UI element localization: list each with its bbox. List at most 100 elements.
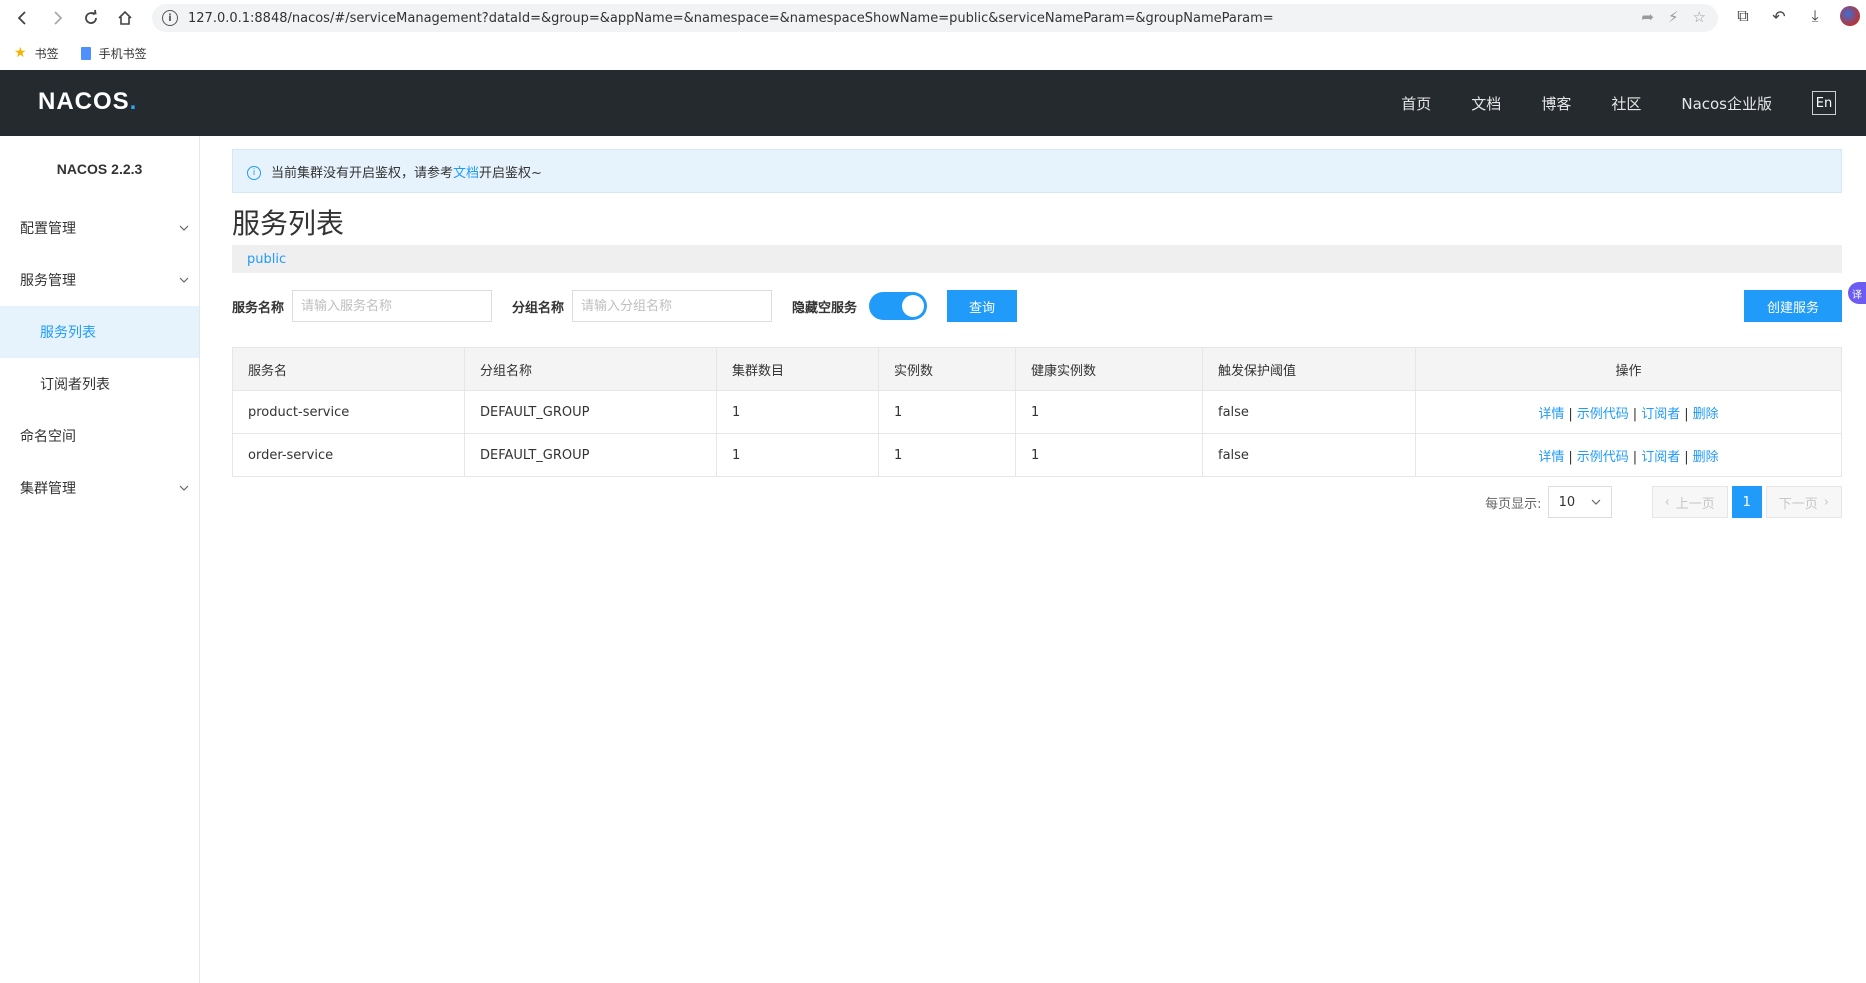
nav-enterprise[interactable]: Nacos企业版 (1661, 93, 1792, 114)
prev-page-label: 上一页 (1675, 496, 1715, 512)
page-size-select[interactable]: 10 (1547, 486, 1612, 518)
notice-text: 当前集群没有开启鉴权，请参考 (271, 165, 454, 181)
sample-code-link[interactable]: 示例代码 (1577, 407, 1629, 422)
lightning-icon[interactable]: ⚡ (1668, 8, 1679, 26)
cell-healthy-count: 1 (1015, 433, 1203, 477)
page-size-value: 10 (1558, 494, 1576, 510)
sidebar-item-label: 服务管理 (20, 273, 76, 289)
cell-operations: 详情 | 示例代码 | 订阅者 | 删除 (1415, 433, 1842, 477)
download-icon[interactable]: ⤓ (1804, 3, 1826, 29)
sample-code-link[interactable]: 示例代码 (1577, 450, 1629, 465)
namespace-public[interactable]: public (247, 252, 286, 267)
chevron-down-icon (179, 277, 189, 283)
hide-empty-toggle[interactable] (869, 292, 928, 320)
hide-empty-label: 隐藏空服务 (792, 300, 858, 316)
cell-operations: 详情 | 示例代码 | 订阅者 | 删除 (1415, 390, 1842, 434)
cell-threshold: false (1202, 433, 1416, 477)
page-title: 服务列表 (232, 207, 345, 240)
col-group-name: 分组名称 (464, 347, 717, 391)
browser-toolbar: i 127.0.0.1:8848/nacos/#/serviceManageme… (0, 0, 1866, 36)
col-service-name: 服务名 (232, 347, 465, 391)
detail-link[interactable]: 详情 (1538, 407, 1564, 422)
col-instance-count: 实例数 (878, 347, 1016, 391)
detail-link[interactable]: 详情 (1538, 450, 1564, 465)
cell-group-name: DEFAULT_GROUP (464, 433, 717, 477)
sidebar-item-cluster[interactable]: 集群管理 (0, 462, 199, 514)
sidebar-item-service-list[interactable]: 服务列表 (0, 306, 199, 358)
delete-link[interactable]: 删除 (1693, 450, 1719, 465)
service-name-input[interactable] (292, 290, 493, 322)
cell-cluster-count: 1 (716, 433, 879, 477)
nacos-logo[interactable]: NACOS. (38, 88, 137, 116)
sidebar-item-label: 订阅者列表 (40, 377, 110, 393)
extensions-icon[interactable]: ⧉ (1732, 3, 1754, 29)
url-text: 127.0.0.1:8848/nacos/#/serviceManagement… (188, 10, 1274, 26)
cell-service-name: order-service (232, 433, 465, 477)
table-row: order-service DEFAULT_GROUP 1 1 1 false … (232, 433, 1842, 477)
bookmarks-bar: ★ 书签 手机书签 (0, 36, 1866, 70)
translate-icon[interactable]: 译 (1848, 282, 1866, 304)
col-healthy-count: 健康实例数 (1015, 347, 1203, 391)
sidebar-item-label: 配置管理 (20, 221, 76, 237)
home-icon[interactable] (110, 3, 140, 33)
sidebar-item-subscribers[interactable]: 订阅者列表 (0, 358, 199, 410)
share-icon[interactable]: ➦ (1641, 8, 1654, 26)
nav-blog[interactable]: 博客 (1521, 93, 1591, 114)
sidebar-item-label: 命名空间 (20, 429, 76, 445)
bookmark-folder-icon (80, 46, 91, 60)
page-size-label: 每页显示: (1485, 496, 1542, 512)
next-page-button[interactable]: 下一页 › (1765, 486, 1842, 518)
namespace-bar: public (232, 245, 1842, 273)
service-name-label: 服务名称 (232, 300, 285, 316)
prev-page-button[interactable]: ‹ 上一页 (1651, 486, 1728, 518)
sidebar-item-namespace[interactable]: 命名空间 (0, 410, 199, 462)
delete-link[interactable]: 删除 (1693, 407, 1719, 422)
notice-doc-link[interactable]: 文档 (453, 162, 479, 181)
toggle-knob (902, 295, 925, 317)
bookmark-label: 手机书签 (98, 46, 147, 61)
forward-icon[interactable] (42, 3, 72, 33)
address-bar[interactable]: i 127.0.0.1:8848/nacos/#/serviceManageme… (152, 4, 1718, 32)
group-name-input[interactable] (572, 290, 773, 322)
cell-healthy-count: 1 (1015, 390, 1203, 434)
page-number-button[interactable]: 1 (1731, 486, 1762, 518)
table-row: product-service DEFAULT_GROUP 1 1 1 fals… (232, 390, 1842, 434)
chevron-left-icon: ‹ (1664, 494, 1670, 510)
query-button[interactable]: 查询 (947, 290, 1018, 322)
sidebar-item-label: 服务列表 (40, 325, 96, 341)
back-icon[interactable] (8, 3, 38, 33)
nav-docs[interactable]: 文档 (1451, 93, 1521, 114)
site-info-icon[interactable]: i (162, 10, 178, 26)
bookmark-label: 书签 (34, 46, 59, 61)
undo-icon[interactable]: ↶ (1768, 3, 1790, 29)
group-name-label: 分组名称 (512, 300, 565, 316)
subscribers-link[interactable]: 订阅者 (1641, 407, 1680, 422)
sidebar-item-service[interactable]: 服务管理 (0, 254, 199, 306)
star-icon: ★ (14, 45, 27, 61)
chevron-down-icon (179, 225, 189, 231)
chevron-down-icon (179, 485, 189, 491)
col-threshold: 触发保护阈值 (1202, 347, 1416, 391)
bookmark-item[interactable]: 手机书签 (80, 45, 147, 62)
profile-avatar[interactable] (1840, 6, 1860, 26)
cell-group-name: DEFAULT_GROUP (464, 390, 717, 434)
sidebar-item-config[interactable]: 配置管理 (0, 202, 199, 254)
language-toggle-button[interactable]: En (1812, 91, 1836, 115)
pagination: 每页显示: 10 ‹ 上一页 1 下一页 › (1485, 486, 1842, 518)
subscribers-link[interactable]: 订阅者 (1641, 450, 1680, 465)
col-cluster-count: 集群数目 (716, 347, 879, 391)
nav-home[interactable]: 首页 (1381, 93, 1451, 114)
table-header-row: 服务名 分组名称 集群数目 实例数 健康实例数 触发保护阈值 操作 (232, 347, 1842, 391)
bookmark-item[interactable]: ★ 书签 (14, 45, 59, 62)
cell-threshold: false (1202, 390, 1416, 434)
cell-instance-count: 1 (878, 390, 1016, 434)
sidebar: NACOS 2.2.3 配置管理 服务管理 服务列表 订阅者列表 命名空间 集群… (0, 136, 200, 983)
filter-row: 服务名称 分组名称 隐藏空服务 查询 创建服务 (232, 289, 1842, 323)
bookmark-star-icon[interactable]: ☆ (1693, 8, 1706, 26)
reload-icon[interactable] (76, 3, 106, 33)
nav-community[interactable]: 社区 (1591, 93, 1661, 114)
version-label: NACOS 2.2.3 (56, 161, 143, 177)
header-nav: 首页 文档 博客 社区 Nacos企业版 En (1381, 70, 1836, 136)
cell-service-name: product-service (232, 390, 465, 434)
create-service-button[interactable]: 创建服务 (1744, 290, 1842, 322)
